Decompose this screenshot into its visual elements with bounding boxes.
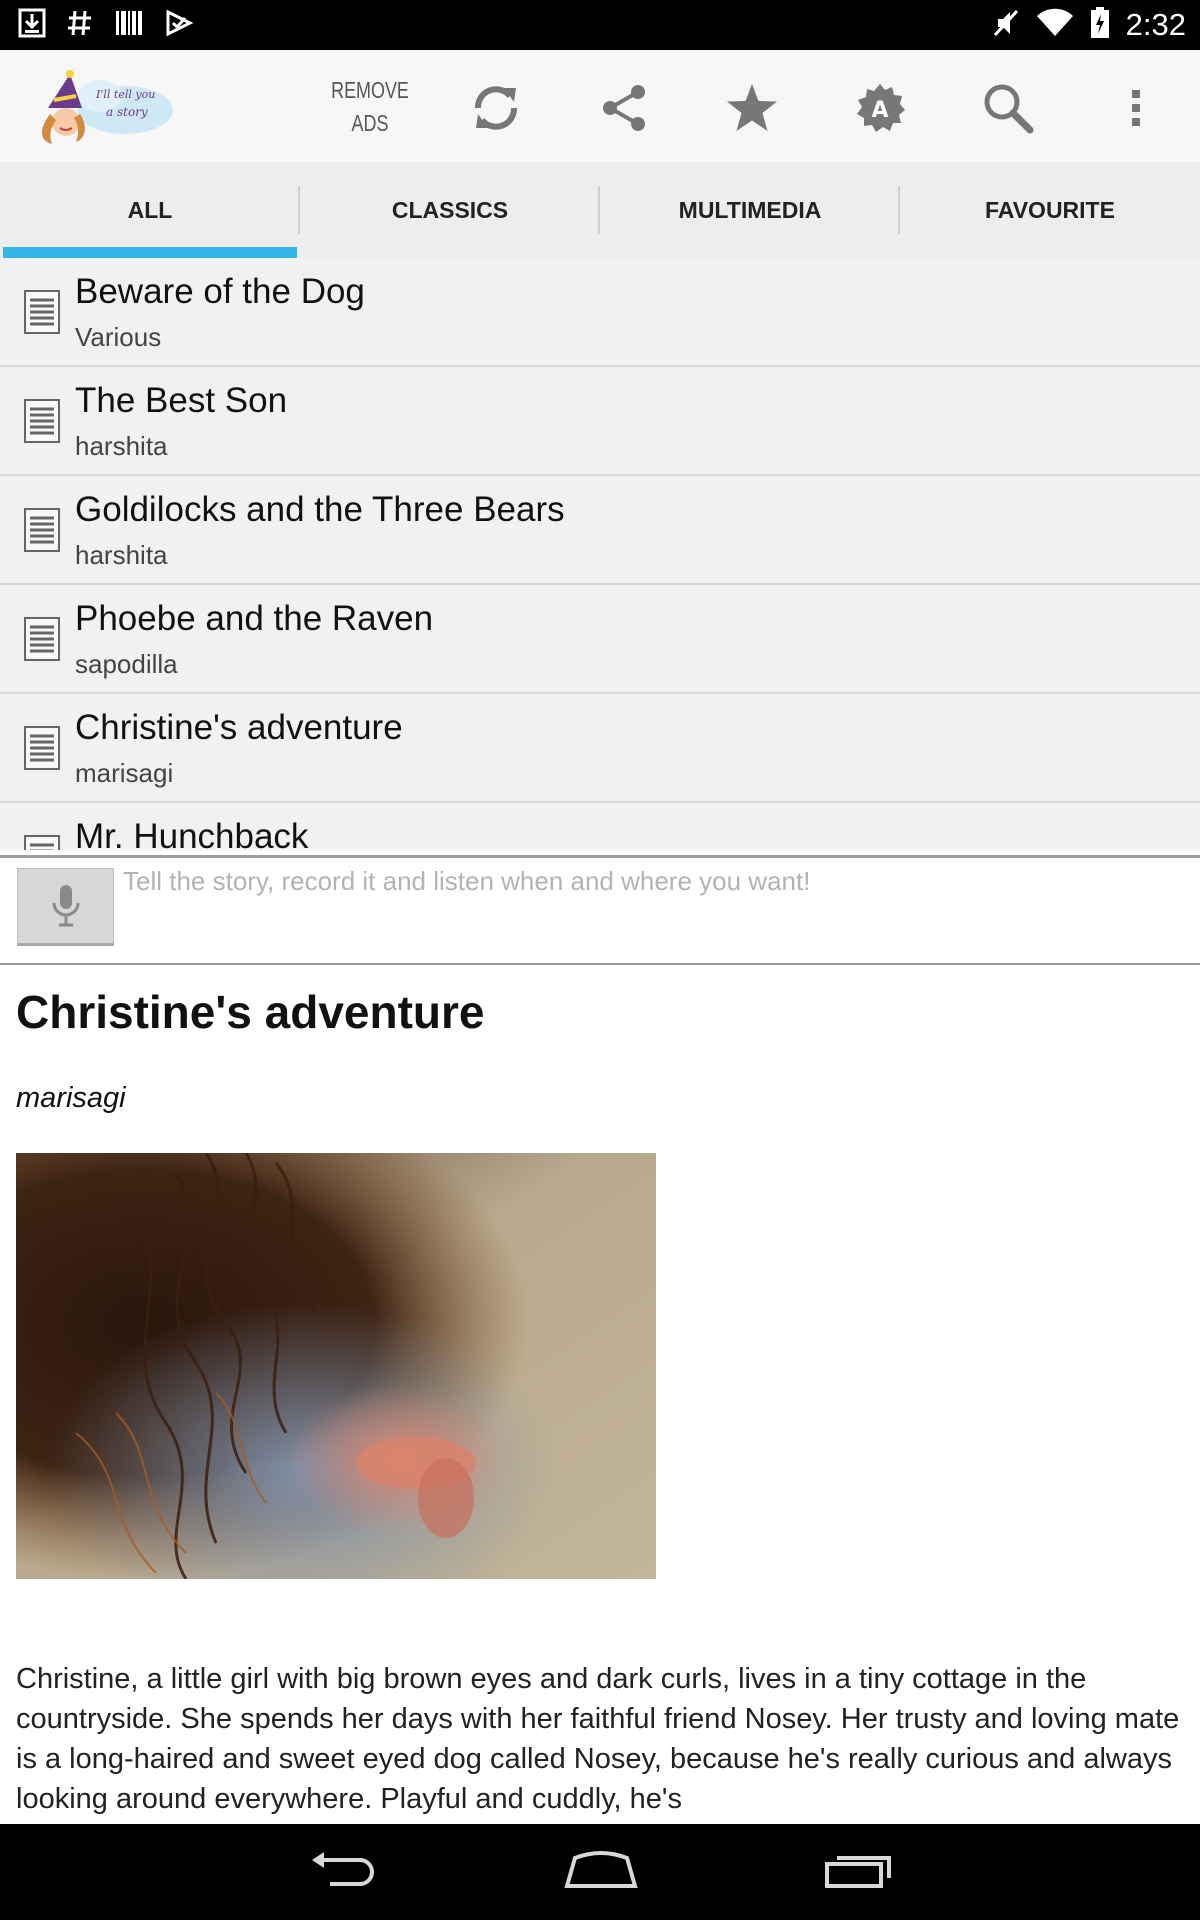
- refresh-button[interactable]: [464, 76, 528, 140]
- story-body-text: Christine, a little girl with big brown …: [16, 1663, 1180, 1815]
- clock: 2:32: [1125, 7, 1186, 42]
- story-title: Mr. Hunchback: [75, 817, 309, 850]
- record-hint-text: Tell the story, record it and listen whe…: [123, 866, 811, 896]
- tab-label: FAVOURITE: [985, 196, 1115, 223]
- wifi-icon: [1036, 8, 1074, 42]
- back-icon: [312, 1852, 374, 1886]
- refresh-icon: [475, 86, 517, 130]
- story-list-item[interactable]: The Best Son harshita: [0, 367, 1200, 476]
- logo-text-line2: a story: [106, 105, 148, 119]
- check-flag-icon: [164, 8, 194, 42]
- mute-icon: [992, 7, 1020, 43]
- tab-classics[interactable]: CLASSICS: [300, 162, 600, 258]
- tab-multimedia[interactable]: MULTIMEDIA: [600, 162, 900, 258]
- battery-icon: [1090, 7, 1110, 43]
- star-icon: [727, 84, 777, 131]
- tab-label: CLASSICS: [391, 196, 509, 223]
- story-title: The Best Son: [75, 381, 288, 420]
- action-bar: I'll tell you a story REMOVE ADS A: [0, 50, 1200, 162]
- search-button[interactable]: [976, 76, 1040, 140]
- overflow-menu-icon: [1132, 90, 1140, 126]
- status-bar: 2:32: [0, 0, 1200, 50]
- back-button[interactable]: [298, 1840, 388, 1900]
- story-list-item[interactable]: Beware of the Dog Various: [0, 258, 1200, 367]
- overflow-menu-button[interactable]: [1104, 76, 1168, 140]
- story-reader[interactable]: Christine's adventure marisagi Christine…: [0, 967, 1200, 1824]
- tab-label: ALL: [127, 196, 173, 223]
- recent-apps-button[interactable]: [813, 1840, 903, 1900]
- story-list-item[interactable]: Christine's adventure marisagi: [0, 694, 1200, 803]
- story-author: harshita: [75, 540, 168, 570]
- story-title: Christine's adventure: [75, 708, 403, 747]
- story-author: sapodilla: [75, 649, 178, 679]
- home-button[interactable]: [556, 1840, 646, 1900]
- search-icon: [984, 84, 1034, 134]
- remove-ads-line1: REMOVE: [331, 77, 409, 103]
- story-title: Beware of the Dog: [75, 272, 365, 311]
- document-icon: [24, 726, 60, 770]
- story-byline: marisagi: [16, 1082, 126, 1114]
- barcode-icon: [114, 8, 144, 42]
- document-icon: [24, 617, 60, 661]
- document-icon: [24, 835, 60, 850]
- system-icons: 2:32: [992, 6, 1186, 44]
- microphone-icon: [52, 885, 79, 927]
- story-list-item[interactable]: Goldilocks and the Three Bears harshita: [0, 476, 1200, 585]
- remove-ads-line2: ADS: [351, 110, 389, 136]
- settings-button[interactable]: A: [848, 76, 912, 140]
- remove-ads-button[interactable]: REMOVE ADS: [331, 74, 409, 140]
- svg-text:A: A: [871, 98, 888, 123]
- story-illustration: [16, 1153, 656, 1579]
- story-author: marisagi: [75, 758, 174, 788]
- document-icon: [24, 508, 60, 552]
- navigation-bar: [0, 1824, 1200, 1920]
- download-icon: [18, 8, 46, 42]
- app-logo[interactable]: I'll tell you a story: [30, 68, 175, 148]
- selected-tab-indicator: [3, 247, 297, 258]
- record-button[interactable]: [17, 868, 114, 946]
- story-title: Phoebe and the Raven: [75, 599, 434, 638]
- share-button[interactable]: [592, 76, 656, 140]
- tab-label: MULTIMEDIA: [678, 196, 822, 223]
- settings-badge-icon: A: [857, 84, 905, 132]
- record-bar: Tell the story, record it and listen whe…: [0, 858, 1200, 965]
- story-title: Goldilocks and the Three Bears: [75, 490, 565, 529]
- story-list-item[interactable]: Mr. Hunchback: [0, 803, 1200, 850]
- document-icon: [24, 399, 60, 443]
- recent-apps-icon: [825, 1856, 891, 1888]
- home-icon: [564, 1851, 638, 1888]
- document-icon: [24, 290, 60, 334]
- hash-icon: [66, 8, 94, 42]
- favourite-button[interactable]: [720, 76, 784, 140]
- tab-favourite[interactable]: FAVOURITE: [900, 162, 1200, 258]
- notification-icons: [18, 6, 194, 44]
- story-list[interactable]: Beware of the Dog Various The Best Son h…: [0, 258, 1200, 850]
- story-author: harshita: [75, 431, 168, 461]
- tab-all[interactable]: ALL: [0, 162, 300, 258]
- logo-text-line1: I'll tell you: [95, 88, 155, 101]
- story-list-item[interactable]: Phoebe and the Raven sapodilla: [0, 585, 1200, 694]
- story-heading: Christine's adventure: [16, 986, 485, 1038]
- category-tabs: ALL CLASSICS MULTIMEDIA FAVOURITE: [0, 162, 1200, 258]
- story-author: Various: [75, 322, 162, 352]
- share-icon: [603, 85, 645, 131]
